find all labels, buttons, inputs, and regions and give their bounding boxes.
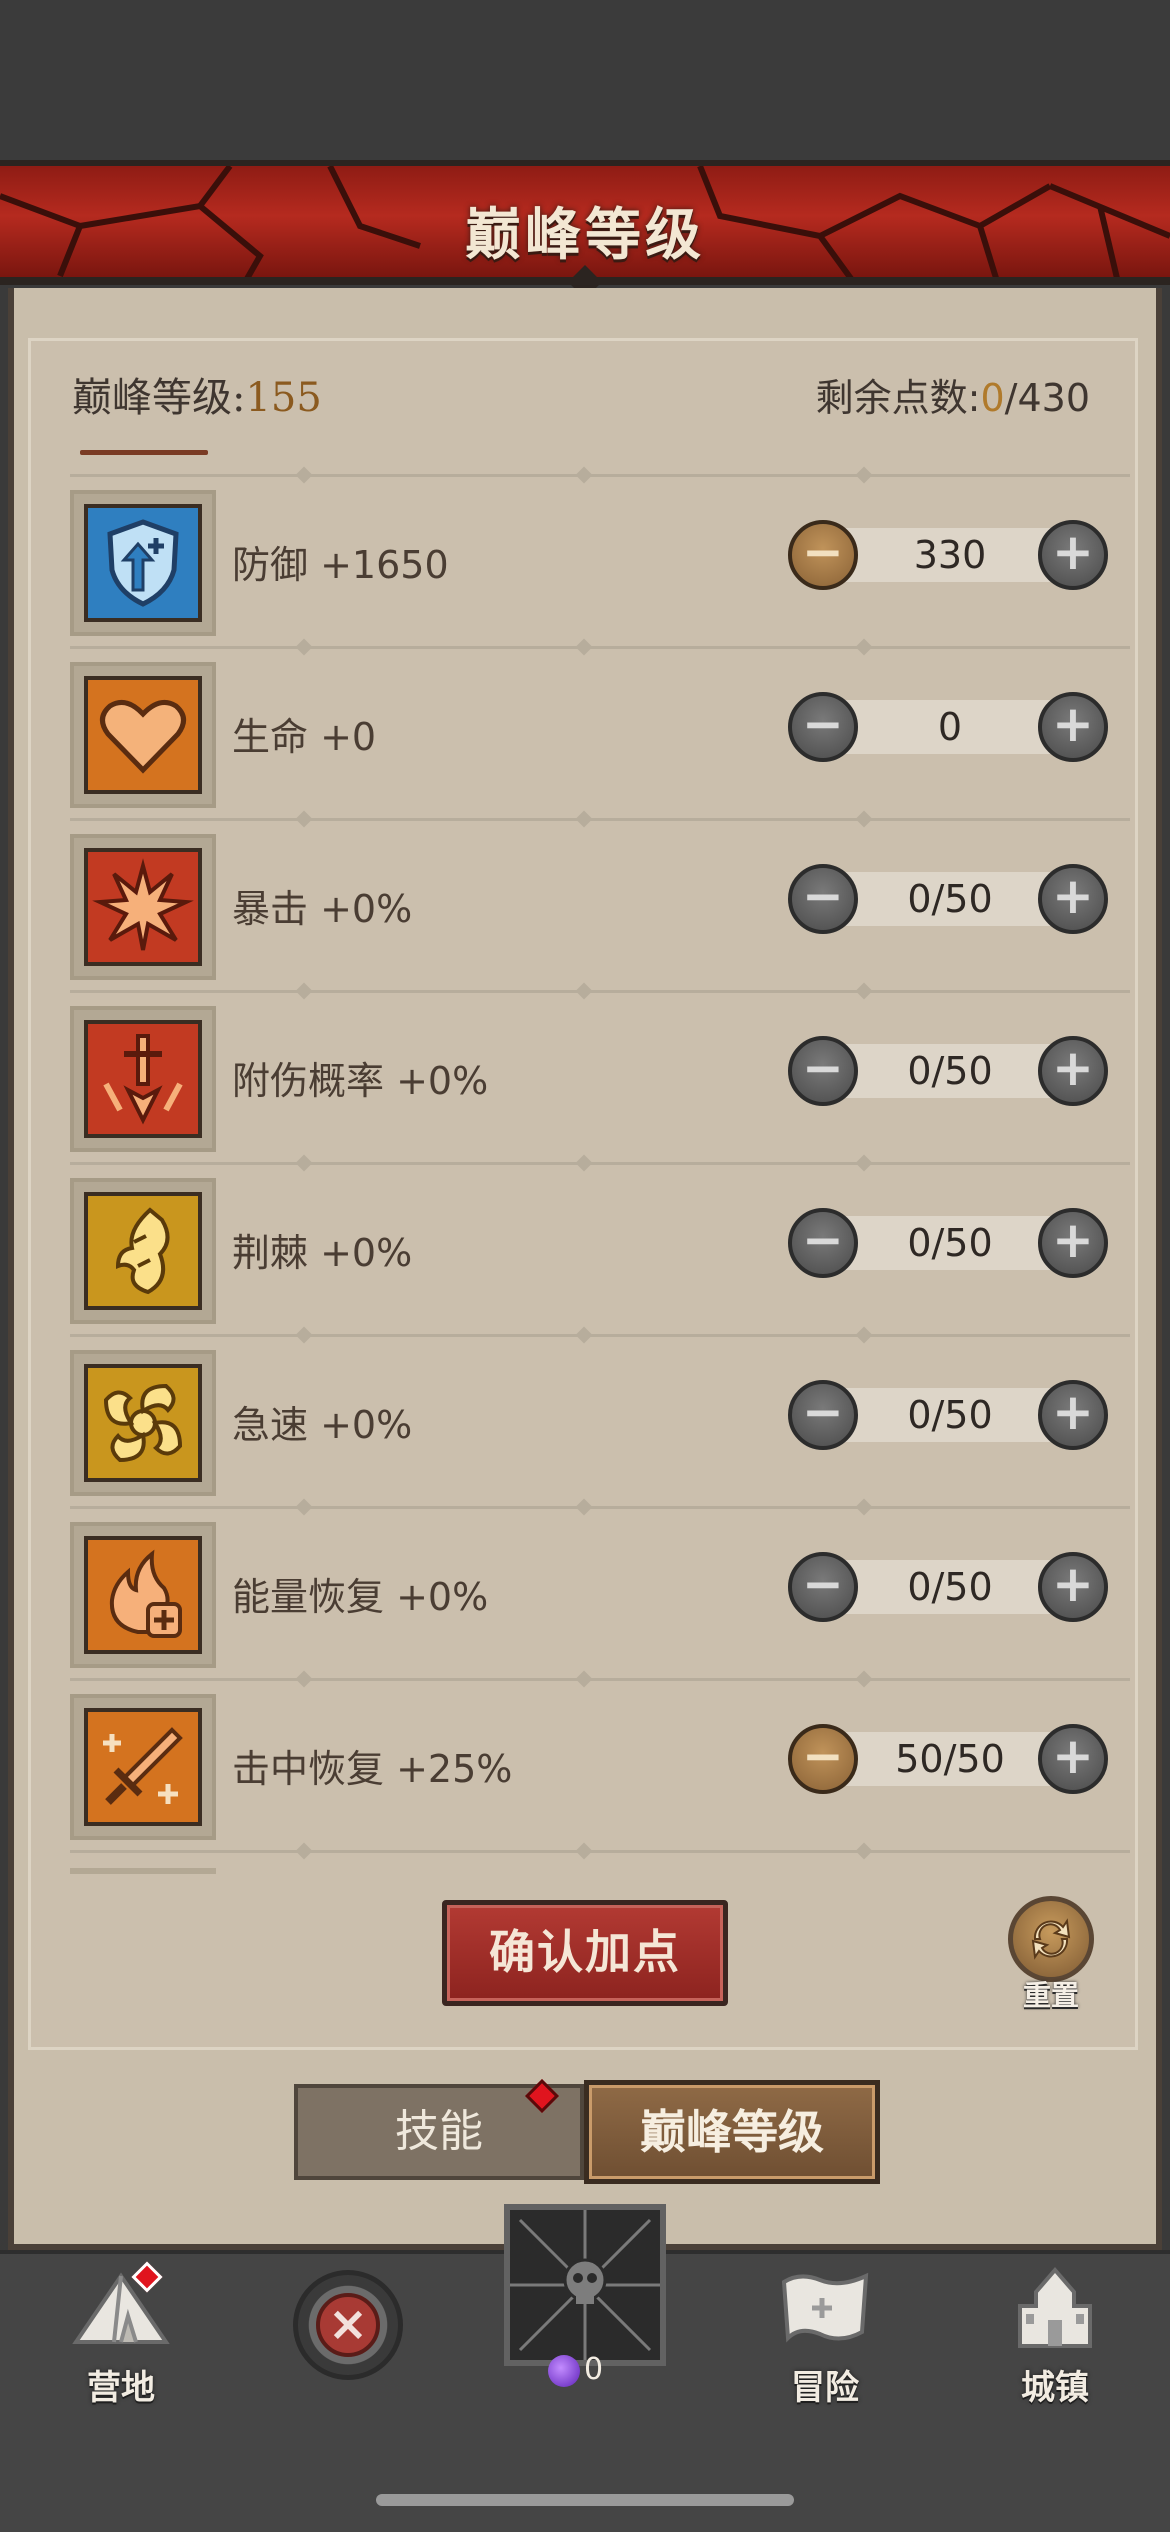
increase-button[interactable]: + [1038, 1724, 1108, 1794]
increase-button[interactable]: + [1038, 864, 1108, 934]
list-scroll-hint [70, 1868, 216, 1874]
attr-icon-frame [70, 1522, 216, 1668]
attr-name: 荆棘 +0% [232, 1231, 413, 1275]
orb-counter: 0 [548, 2352, 603, 2392]
increase-button[interactable]: + [1038, 520, 1108, 590]
close-button[interactable]: × [293, 2270, 403, 2380]
heart-icon [84, 676, 202, 794]
orb-count: 0 [584, 2352, 604, 2387]
attr-row-haste: 急速 +0% 0/50 − + [70, 1338, 1130, 1510]
confirm-points-button[interactable]: 确认加点 [442, 1900, 728, 2006]
attr-name: 急速 +0% [232, 1403, 413, 1447]
attr-stepper: 330 − + [788, 518, 1108, 590]
stepper-value: 50/50 [895, 1737, 1005, 1781]
attr-name: 暴击 +0% [232, 887, 413, 931]
row-divider [70, 466, 1130, 484]
stepper-value: 0/50 [907, 1221, 993, 1265]
decrease-button[interactable]: − [788, 692, 858, 762]
tab-peak-level[interactable]: 巅峰等级 [584, 2080, 880, 2184]
nav-camp[interactable]: 营地 [56, 2261, 186, 2409]
attr-row-defense: 防御 +1650 330 − + [70, 478, 1130, 650]
attr-stepper: 0/50 − + [788, 1378, 1108, 1450]
reset-label: 重置 [1022, 1979, 1079, 2012]
attr-stepper: 0 − + [788, 690, 1108, 762]
decrease-button[interactable]: − [788, 520, 858, 590]
attr-icon-frame [70, 1350, 216, 1496]
stepper-value: 0/50 [907, 1565, 993, 1609]
decrease-button[interactable]: − [788, 1208, 858, 1278]
shield-arrow-icon [84, 504, 202, 622]
decrease-button[interactable]: − [788, 1552, 858, 1622]
refresh-icon [1031, 1918, 1071, 1960]
increase-button[interactable]: + [1038, 1380, 1108, 1450]
status-bar-area [0, 0, 1170, 160]
attr-stepper: 0/50 − + [788, 1550, 1108, 1622]
swirl-icon [84, 1364, 202, 1482]
attr-icon-frame [70, 662, 216, 808]
remaining-points-current: 0 [980, 376, 1005, 420]
peak-level-value: 155 [245, 375, 322, 421]
burst-icon [84, 848, 202, 966]
skull-icon [510, 2210, 660, 2360]
attr-stepper: 0/50 − + [788, 1034, 1108, 1106]
nav-label: 冒险 [791, 2368, 859, 2408]
nav-town[interactable]: 城镇 [990, 2262, 1120, 2409]
attr-stepper: 0/50 − + [788, 1206, 1108, 1278]
castle-icon [1018, 2266, 1092, 2348]
map-icon [781, 2272, 869, 2343]
attr-icon-frame [70, 1694, 216, 1840]
flame-plus-icon [84, 1536, 202, 1654]
attr-stepper: 50/50 − + [788, 1722, 1108, 1794]
nav-label: 城镇 [1021, 2368, 1089, 2408]
close-icon: × [316, 2293, 380, 2357]
attr-stepper: 0/50 − + [788, 862, 1108, 934]
remaining-points: 剩余点数:0/430 [816, 367, 1090, 422]
attr-row-hit-regen: 击中恢复 +25% 50/50 − + [70, 1682, 1130, 1854]
peak-level-summary: 巅峰等级:155 [72, 365, 322, 423]
sword-plus-icon [84, 1708, 202, 1826]
stepper-value: 0/50 [907, 1049, 993, 1093]
stepper-value: 0 [937, 705, 963, 749]
page-title: 巅峰等级 [465, 202, 705, 268]
remaining-points-total: /430 [1004, 376, 1090, 420]
decrease-button[interactable]: − [788, 1380, 858, 1450]
attr-row-extra-damage: 附伤概率 +0% 0/50 − + [70, 994, 1130, 1166]
attr-row-thorns: 荆棘 +0% 0/50 − + [70, 1166, 1130, 1338]
increase-button[interactable]: + [1038, 1552, 1108, 1622]
attr-row-crit: 暴击 +0% 0/50 − + [70, 822, 1130, 994]
attr-name: 击中恢复 +25% [232, 1747, 513, 1791]
sword-down-icon [84, 1020, 202, 1138]
decrease-button[interactable]: − [788, 1036, 858, 1106]
reset-button[interactable] [1008, 1896, 1094, 1982]
increase-button[interactable]: + [1038, 1036, 1108, 1106]
decrease-button[interactable]: − [788, 864, 858, 934]
attr-name: 能量恢复 +0% [232, 1575, 489, 1619]
thorn-icon [84, 1192, 202, 1310]
stepper-value: 330 [913, 533, 987, 577]
remaining-points-prefix: 剩余点数: [815, 376, 981, 420]
attr-row-energy-regen: 能量恢复 +0% 0/50 − + [70, 1510, 1130, 1682]
attr-icon-frame [70, 1178, 216, 1324]
decrease-button[interactable]: − [788, 1724, 858, 1794]
purple-orb-icon [548, 2354, 580, 2387]
attr-icon-frame [70, 1006, 216, 1152]
increase-button[interactable]: + [1038, 692, 1108, 762]
stepper-value: 0/50 [907, 1393, 993, 1437]
attr-row-life: 生命 +0 0 − + [70, 650, 1130, 822]
attr-icon-frame [70, 490, 216, 636]
increase-button[interactable]: + [1038, 1208, 1108, 1278]
attr-name: 防御 +1650 [232, 543, 449, 587]
stepper-value: 0/50 [907, 877, 993, 921]
peak-level-prefix: 巅峰等级: [72, 375, 246, 421]
attr-name: 生命 +0 [232, 715, 377, 759]
level-underline [80, 450, 208, 455]
nav-label: 营地 [87, 2368, 155, 2408]
attr-icon-frame [70, 834, 216, 980]
nav-adventure[interactable]: 冒险 [760, 2262, 890, 2409]
home-indicator[interactable] [376, 2494, 794, 2506]
boss-card[interactable] [504, 2204, 666, 2366]
attr-name: 附伤概率 +0% [232, 1059, 489, 1103]
